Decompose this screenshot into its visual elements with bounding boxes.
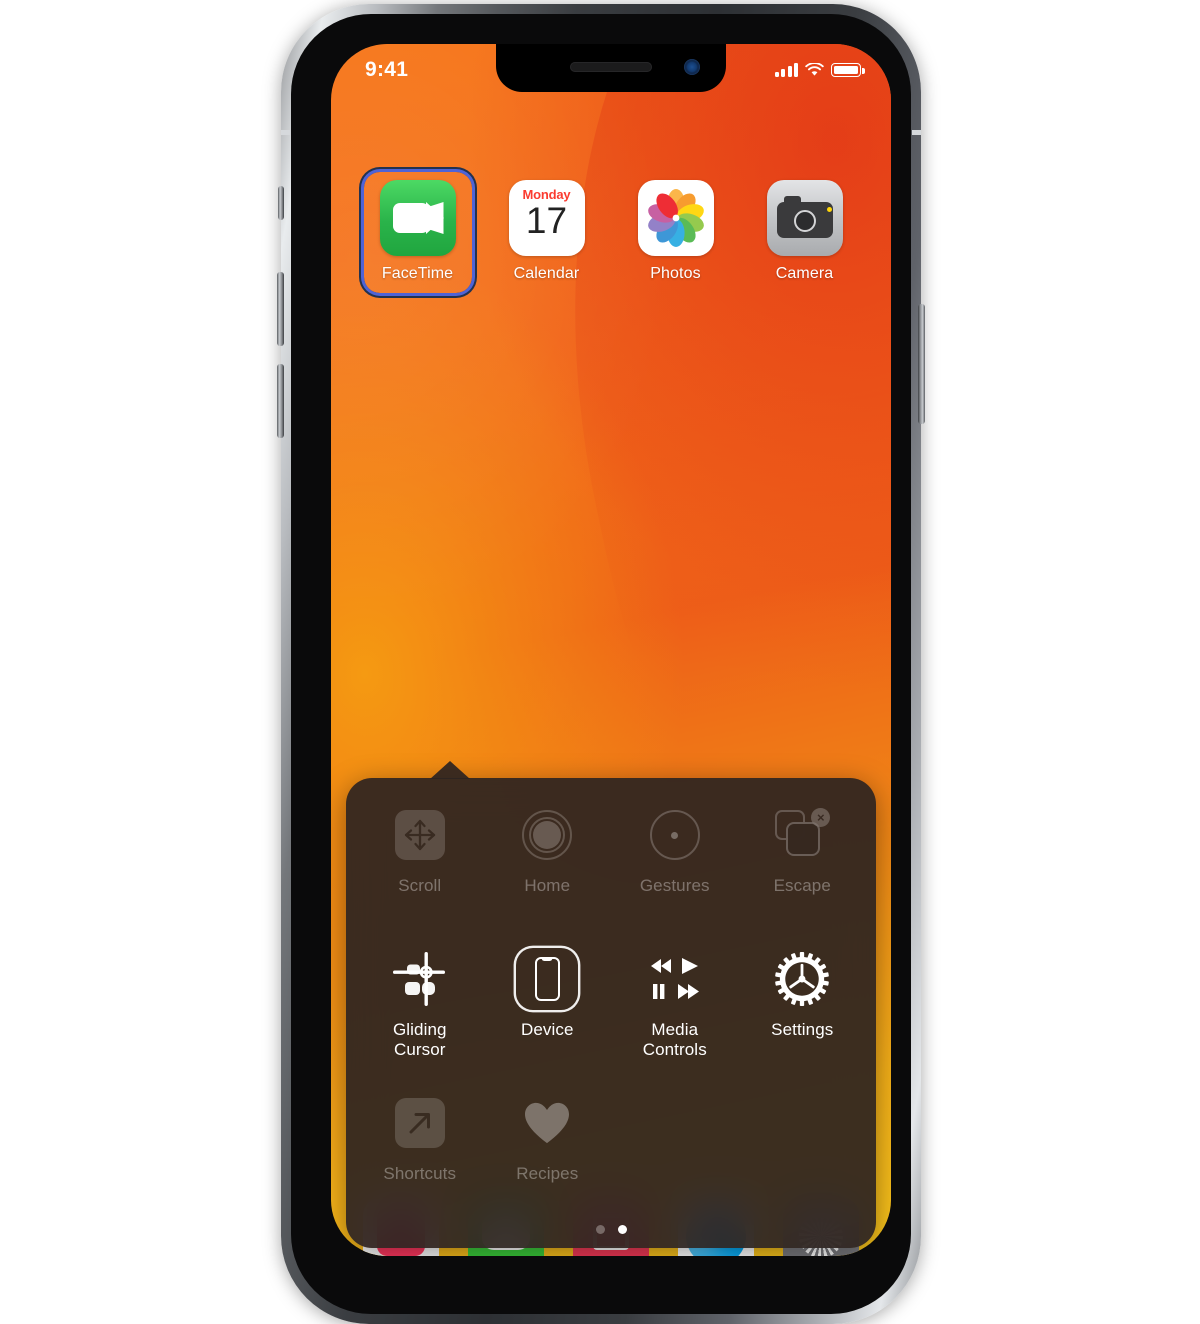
menu-item-label: Scroll [398, 876, 442, 895]
escape-windows-icon: × [771, 804, 833, 866]
cellular-signal-icon [774, 63, 798, 77]
menu-item-gliding-cursor[interactable]: Gliding Cursor [356, 940, 484, 1078]
volume-down-button[interactable] [277, 364, 284, 438]
menu-item-escape[interactable]: × Escape [739, 796, 867, 934]
play-icon [681, 958, 698, 974]
wifi-icon [805, 63, 824, 76]
app-label: Calendar [513, 265, 580, 282]
app-icon-calendar[interactable]: Monday 17 Calendar [493, 172, 601, 293]
pause-icon [652, 984, 665, 999]
menu-item-label: Home [524, 876, 571, 895]
menu-item-gestures[interactable]: Gestures [611, 796, 739, 934]
facetime-icon [379, 180, 456, 256]
page-dot-2[interactable] [617, 1225, 627, 1234]
rewind-icon [650, 959, 671, 973]
scroll-arrows-icon [389, 804, 451, 866]
fast-forward-icon [677, 984, 699, 999]
app-label: FaceTime [381, 265, 454, 282]
front-camera-icon [684, 59, 700, 75]
status-indicators [774, 63, 865, 77]
page-indicator [346, 1225, 876, 1234]
home-screen-app-row: FaceTime Monday 17 Calendar Photos Camer… [331, 172, 891, 293]
display-notch [496, 44, 726, 92]
heart-icon [516, 1092, 578, 1154]
antenna-band-right [912, 130, 921, 135]
media-controls-icon [644, 948, 706, 1010]
app-icon-camera[interactable]: Camera [751, 172, 859, 293]
menu-item-label: Settings [771, 1020, 834, 1039]
app-label: Photos [650, 265, 701, 282]
menu-pointer-tail [430, 761, 470, 779]
page-dot-1[interactable] [595, 1225, 605, 1234]
calendar-date: 17 [525, 200, 568, 241]
gestures-dot-icon [644, 804, 706, 866]
device-bezel: 9:41 FaceTime Monday 17 Calendar Photos … [291, 14, 911, 1314]
shortcuts-arrow-icon [389, 1092, 451, 1154]
photos-icon [637, 180, 714, 256]
menu-item-recipes[interactable]: Recipes [484, 1084, 612, 1222]
camera-icon [766, 180, 843, 256]
volume-up-button[interactable] [277, 272, 284, 346]
home-button-icon [516, 804, 578, 866]
side-power-button[interactable] [918, 304, 925, 424]
menu-item-label: Gestures [639, 876, 710, 895]
app-icon-photos[interactable]: Photos [622, 172, 730, 293]
status-time: 9:41 [365, 58, 409, 81]
iphone-device-frame: 9:41 FaceTime Monday 17 Calendar Photos … [277, 4, 925, 1324]
settings-gear-icon [771, 948, 833, 1010]
menu-item-label: Gliding Cursor [392, 1020, 447, 1059]
menu-item-label: Escape [773, 876, 831, 895]
menu-item-label: Device [520, 1020, 574, 1039]
menu-item-shortcuts[interactable]: Shortcuts [356, 1084, 484, 1222]
assistive-touch-grid: Scroll Home Gestures × Escape Gliding Cu… [346, 796, 876, 1222]
menu-item-label: Media Controls [642, 1020, 707, 1059]
menu-item-home[interactable]: Home [484, 796, 612, 934]
menu-item-scroll[interactable]: Scroll [356, 796, 484, 934]
menu-item-label: Shortcuts [383, 1164, 457, 1183]
battery-icon [831, 63, 865, 77]
menu-item-label: Recipes [516, 1164, 579, 1183]
calendar-icon: Monday 17 [508, 180, 585, 256]
assistive-touch-menu: Scroll Home Gestures × Escape Gliding Cu… [346, 761, 876, 1248]
mute-switch[interactable] [278, 186, 284, 220]
earpiece-speaker-icon [570, 62, 652, 72]
menu-item-media-controls[interactable]: Media Controls [611, 940, 739, 1078]
app-label: Camera [775, 265, 834, 282]
antenna-band-left [281, 130, 290, 135]
gliding-cursor-icon [389, 948, 451, 1010]
iphone-screen: 9:41 FaceTime Monday 17 Calendar Photos … [331, 44, 891, 1256]
device-phone-icon [516, 948, 578, 1010]
battery-level-fill [833, 65, 859, 75]
app-icon-facetime[interactable]: FaceTime [364, 172, 472, 293]
menu-item-device[interactable]: Device [484, 940, 612, 1078]
menu-item-settings[interactable]: Settings [739, 940, 867, 1078]
